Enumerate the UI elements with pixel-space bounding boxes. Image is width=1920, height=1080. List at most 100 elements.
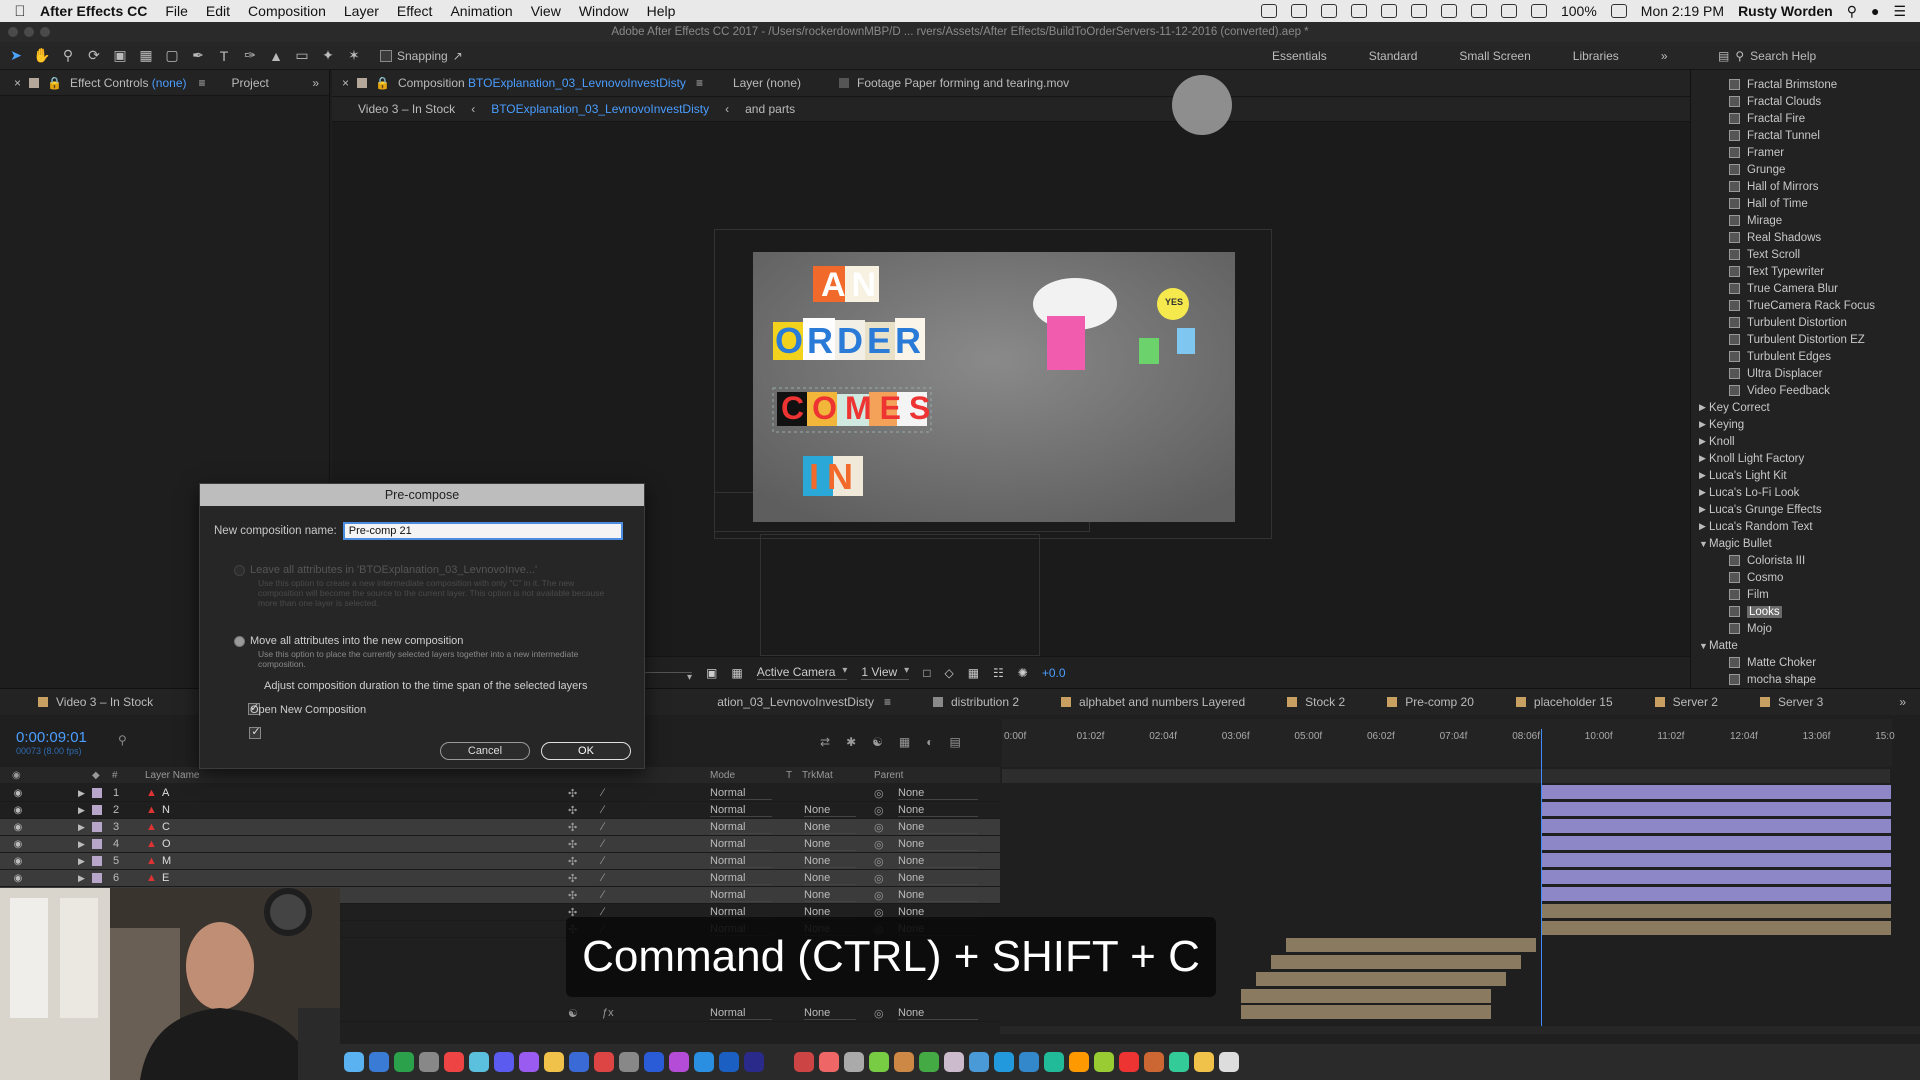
disclosure-closed-icon[interactable]: ▶ <box>1699 402 1709 413</box>
draft-3d-icon[interactable]: ✱ <box>846 735 856 749</box>
quality-switch-icon[interactable]: ∕ <box>602 855 604 867</box>
close-tab-icon[interactable]: × <box>14 76 21 90</box>
blend-mode-select[interactable]: Normal <box>710 855 772 868</box>
chevron-left-icon[interactable]: ‹ <box>471 102 475 116</box>
dock-app-icon[interactable] <box>819 1052 839 1072</box>
layer-duration-bar[interactable] <box>1241 989 1491 1003</box>
effect-item[interactable]: Mojo <box>1691 620 1920 637</box>
workspace-standard[interactable]: Standard <box>1369 49 1418 63</box>
ok-button[interactable]: OK <box>541 742 631 760</box>
effect-item[interactable]: True Camera Blur <box>1691 280 1920 297</box>
timeline-tab[interactable]: ation_03_LevnovoInvestDisty ≡ <box>717 695 891 709</box>
search-help-field[interactable]: ▤ ⚲ Search Help <box>1718 46 1908 66</box>
dock-app-icon[interactable] <box>594 1052 614 1072</box>
workspace-libraries[interactable]: Libraries <box>1573 49 1619 63</box>
dock-app-icon[interactable] <box>1144 1052 1164 1072</box>
layer-name[interactable]: A <box>162 787 169 799</box>
layer-row[interactable]: ◉ ▶ 6 ▲ E ✣ ∕ Normal None ◎ None <box>0 870 1000 887</box>
effect-item[interactable]: Cosmo <box>1691 569 1920 586</box>
quality-switch-icon[interactable]: ∕ <box>602 872 604 884</box>
brush-tool-icon[interactable]: ✑ <box>240 46 260 66</box>
current-timecode[interactable]: 0:00:09:01 <box>16 729 87 746</box>
effect-category[interactable]: ▼ Magic Bullet <box>1691 535 1920 552</box>
timeline-zoom-slider[interactable] <box>1000 1026 1920 1034</box>
dock-app-icon[interactable] <box>619 1052 639 1072</box>
layer-row[interactable]: ◉ ▶ 1 ▲ A ✣ ∕ Normal ◎ None <box>0 785 1000 802</box>
disclosure-open-icon[interactable]: ▼ <box>1699 539 1709 549</box>
clone-stamp-tool-icon[interactable]: ▲ <box>266 46 286 66</box>
battery-icon[interactable] <box>1610 4 1627 18</box>
parent-select[interactable]: None <box>898 838 978 851</box>
breadcrumb-item-current[interactable]: BTOExplanation_03_LevnovoInvestDisty <box>491 102 709 116</box>
comp-lock-icon[interactable]: 🔒 <box>375 76 390 90</box>
effect-item[interactable]: Grunge <box>1691 161 1920 178</box>
collapse-switch-icon[interactable]: ✣ <box>568 787 577 800</box>
layer-duration-bar[interactable] <box>1541 904 1891 918</box>
timeline-tab[interactable]: placeholder 15 <box>1508 695 1613 709</box>
comp-mini-flowchart-icon[interactable]: ⇄ <box>820 735 830 749</box>
frame-blending-icon[interactable]: ▦ <box>899 735 910 749</box>
expand-layer-icon[interactable]: ▶ <box>78 873 85 884</box>
battery-percent[interactable]: 100% <box>1561 3 1597 19</box>
dock-app-icon[interactable] <box>469 1052 489 1072</box>
visibility-eye-icon[interactable]: ◉ <box>12 873 24 884</box>
layer-label-color[interactable] <box>92 856 102 866</box>
graph-editor-icon[interactable]: ▤ <box>949 735 960 749</box>
effect-item[interactable]: Film <box>1691 586 1920 603</box>
pan-behind-tool-icon[interactable]: ▦ <box>136 46 156 66</box>
effect-category[interactable]: ▶ Luca's Grunge Effects <box>1691 501 1920 518</box>
parent-select[interactable]: None <box>898 804 978 817</box>
expand-layer-icon[interactable]: ▶ <box>78 788 85 799</box>
pick-whip-icon[interactable]: ◎ <box>874 787 884 800</box>
breadcrumb-item[interactable]: and parts <box>745 102 795 116</box>
collapse-switch-icon[interactable]: ✣ <box>568 821 577 834</box>
layer-label-color[interactable] <box>92 839 102 849</box>
collapse-switch-icon[interactable]: ✣ <box>568 889 577 902</box>
effect-item[interactable]: Looks <box>1691 603 1920 620</box>
effect-item[interactable]: Colorista III <box>1691 552 1920 569</box>
blend-mode-select[interactable]: Normal <box>710 804 772 817</box>
roi-icon[interactable]: ▣ <box>706 666 717 680</box>
dock-app-icon[interactable] <box>969 1052 989 1072</box>
disclosure-closed-icon[interactable]: ▶ <box>1699 504 1709 515</box>
blend-mode-select[interactable]: Normal <box>710 889 772 902</box>
comp-preview-frame[interactable]: AN ORDER COMES IN YES <box>753 252 1235 522</box>
layer-label-color[interactable] <box>92 788 102 798</box>
effect-item[interactable]: Fractal Tunnel <box>1691 127 1920 144</box>
time-machine-icon[interactable] <box>1440 4 1457 18</box>
dock-app-icon[interactable] <box>944 1052 964 1072</box>
user-name[interactable]: Rusty Worden <box>1738 3 1833 19</box>
parent-select[interactable]: None <box>898 889 978 902</box>
expand-layer-icon[interactable]: ▶ <box>78 856 85 867</box>
track-matte-select[interactable]: None <box>804 838 856 851</box>
layer-duration-bar[interactable] <box>1541 921 1891 935</box>
effect-item[interactable]: Fractal Brimstone <box>1691 76 1920 93</box>
wifi-icon[interactable] <box>1500 4 1517 18</box>
spotlight-icon[interactable]: ⚲ <box>1847 3 1857 20</box>
pick-whip-icon[interactable]: ◎ <box>874 804 884 817</box>
timeline-tab[interactable]: Server 3 <box>1752 695 1823 709</box>
clock[interactable]: Mon 2:19 PM <box>1641 3 1724 19</box>
effect-category[interactable]: ▶ Knoll Light Factory <box>1691 450 1920 467</box>
open-new-comp-checkbox[interactable] <box>249 725 262 739</box>
snap-options-icon[interactable]: ↗ <box>453 49 463 63</box>
effect-item[interactable]: Mirage <box>1691 212 1920 229</box>
eraser-tool-icon[interactable]: ▭ <box>292 46 312 66</box>
display-icon[interactable] <box>1410 4 1427 18</box>
reset-exposure-icon[interactable]: ✺ <box>1018 666 1028 680</box>
rectangle-tool-icon[interactable]: ▢ <box>162 46 182 66</box>
effect-item[interactable]: mocha shape <box>1691 671 1920 688</box>
menu-window[interactable]: Window <box>579 3 629 19</box>
work-area-bar[interactable] <box>1002 769 1890 783</box>
toggle-pixel-aspect-icon[interactable]: □ <box>923 666 930 680</box>
dock-app-icon[interactable] <box>344 1052 364 1072</box>
track-matte-select[interactable]: None <box>804 872 856 885</box>
blend-mode-select[interactable]: Normal <box>710 1007 772 1020</box>
dock-app-icon[interactable] <box>644 1052 664 1072</box>
menu-file[interactable]: File <box>165 3 188 19</box>
effect-item[interactable]: Framer <box>1691 144 1920 161</box>
track-matte-select[interactable]: None <box>804 1007 856 1020</box>
tab-layer[interactable]: Layer (none) <box>733 76 801 90</box>
disclosure-closed-icon[interactable]: ▶ <box>1699 419 1709 430</box>
dock-app-icon[interactable] <box>919 1052 939 1072</box>
